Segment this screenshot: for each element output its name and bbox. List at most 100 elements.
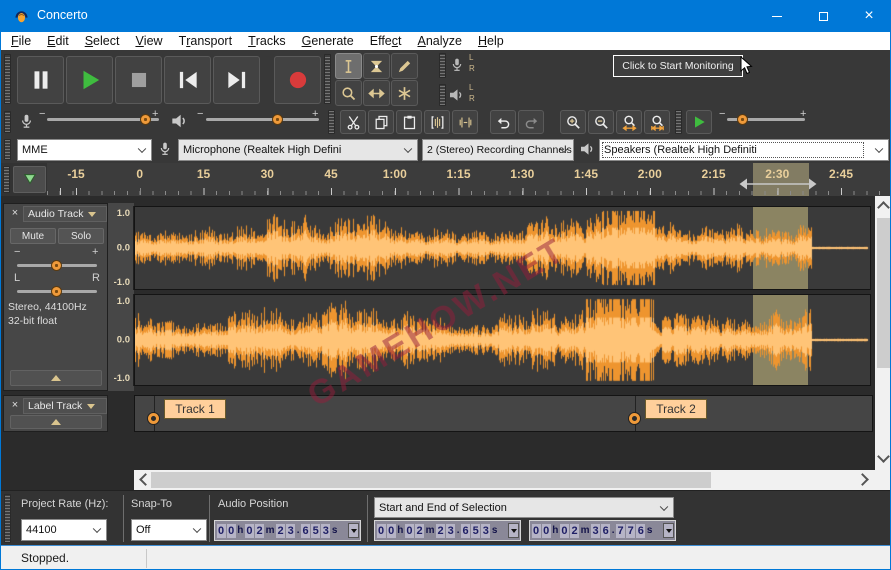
maximize-button[interactable] (800, 0, 846, 32)
label-track-collapse-button[interactable] (10, 415, 102, 429)
record-volume-slider[interactable] (47, 110, 159, 130)
menu-item-generate[interactable]: Generate (294, 32, 362, 50)
paste-button[interactable] (396, 110, 422, 134)
playback-meter[interactable]: L R -57-54-51-48-45-42-39-36-33-30-27-24… (437, 81, 891, 112)
play-button[interactable] (66, 56, 113, 104)
project-rate-dropdown[interactable]: 44100 (21, 519, 107, 541)
mute-button[interactable]: Mute (10, 228, 56, 244)
playback-volume-thumb[interactable] (272, 114, 283, 125)
skip-start-button[interactable] (164, 56, 211, 104)
pinned-play-head-button[interactable] (13, 166, 46, 193)
pan-slider[interactable] (17, 282, 97, 302)
label-marker-handle[interactable] (629, 413, 640, 424)
selection-start-field[interactable]: 00h02m23.653s (374, 520, 521, 541)
selection-mode-dropdown[interactable]: Start and End of Selection (374, 497, 674, 518)
horizontal-scrollbar[interactable] (134, 470, 875, 490)
speed-slider-thumb[interactable] (737, 114, 748, 125)
selection-resize-arrows-icon[interactable] (739, 178, 817, 190)
time-field-dropdown-icon[interactable] (508, 523, 519, 538)
time-field-dropdown-icon[interactable] (348, 523, 359, 538)
menu-item-file[interactable]: File (3, 32, 39, 50)
minimize-button[interactable] (754, 0, 800, 32)
recording-channels-value: 2 (Stereo) Recording Channels (427, 144, 572, 156)
pause-button[interactable] (17, 56, 64, 104)
fit-selection-button[interactable] (616, 110, 642, 134)
label-track-close-button[interactable]: × (8, 399, 22, 412)
menu-item-tracks[interactable]: Tracks (240, 32, 294, 50)
play-at-speed-grip[interactable] (675, 110, 682, 134)
vertical-scrollbar-thumb[interactable] (877, 218, 890, 368)
label-text-2[interactable]: Track 2 (645, 399, 707, 419)
timeline-grip[interactable] (3, 166, 10, 193)
record-button[interactable] (274, 56, 321, 104)
envelope-button[interactable] (363, 53, 390, 79)
play-at-speed-button[interactable] (686, 110, 712, 134)
copy-button[interactable] (368, 110, 394, 134)
skip-end-button[interactable] (213, 56, 260, 104)
audio-track-menu-button[interactable]: Audio Track (23, 206, 107, 222)
snap-to-dropdown[interactable]: Off (131, 519, 207, 541)
scroll-right-icon[interactable] (856, 473, 869, 486)
audio-track-collapse-button[interactable] (10, 370, 102, 386)
recording-channels-dropdown[interactable]: 2 (Stereo) Recording Channels (422, 139, 574, 161)
menu-item-effect[interactable]: Effect (362, 32, 410, 50)
zoom-in-button[interactable] (560, 110, 586, 134)
selection-toolbar-grip[interactable] (4, 494, 11, 543)
gain-slider[interactable] (17, 256, 97, 276)
gain-slider-thumb[interactable] (51, 260, 62, 271)
waveform-channel-left[interactable] (134, 206, 871, 290)
multi-button[interactable] (391, 80, 418, 106)
silence-button[interactable] (452, 110, 478, 134)
fit-project-button[interactable] (644, 110, 670, 134)
close-button[interactable]: × (846, 0, 891, 32)
record-volume-thumb[interactable] (140, 114, 151, 125)
menu-item-select[interactable]: Select (77, 32, 128, 50)
menu-item-edit[interactable]: Edit (39, 32, 77, 50)
redo-button[interactable] (518, 110, 544, 134)
audio-position-field[interactable]: 00h02m23.653s (214, 520, 361, 541)
menu-item-analyze[interactable]: Analyze (409, 32, 469, 50)
scroll-up-icon[interactable] (877, 201, 890, 214)
stop-button[interactable] (115, 56, 162, 104)
cut-button[interactable] (340, 110, 366, 134)
recording-device-dropdown[interactable]: Microphone (Realtek High Defini (178, 139, 418, 161)
selection-button[interactable] (335, 53, 362, 79)
waveform-left-canvas[interactable] (135, 207, 870, 289)
time-field-dropdown-icon[interactable] (663, 523, 674, 538)
device-toolbar-grip[interactable] (4, 139, 11, 160)
menu-item-transport[interactable]: Transport (171, 32, 241, 50)
label-marker-handle[interactable] (148, 413, 159, 424)
vertical-scrollbar[interactable] (875, 196, 891, 470)
playback-device-dropdown[interactable]: Speakers (Realtek High Definiti (599, 139, 889, 161)
scroll-left-icon[interactable] (139, 473, 152, 486)
draw-button[interactable] (391, 53, 418, 79)
time-shift-button[interactable] (363, 80, 390, 106)
pan-slider-thumb[interactable] (51, 286, 62, 297)
trim-outside-button[interactable] (424, 110, 450, 134)
waveform-right-canvas[interactable] (135, 295, 870, 385)
audio-host-dropdown[interactable]: MME (17, 139, 152, 161)
horizontal-scrollbar-thumb[interactable] (151, 472, 711, 488)
label-track-content[interactable]: Track 1 Track 2 (134, 395, 873, 432)
zoom-button[interactable] (335, 80, 362, 106)
zoom-out-button[interactable] (588, 110, 614, 134)
edit-toolbar-grip[interactable] (328, 110, 335, 134)
menu-item-help[interactable]: Help (470, 32, 512, 50)
menu-item-view[interactable]: View (127, 32, 170, 50)
timeline-ruler[interactable]: -1501530451:001:151:301:452:002:152:302:… (47, 163, 891, 196)
label-text-1[interactable]: Track 1 (164, 399, 226, 419)
playback-meter-grip[interactable] (439, 84, 446, 106)
tools-toolbar-grip[interactable] (324, 54, 331, 104)
audio-track-close-button[interactable]: × (8, 207, 22, 220)
label-track-menu-button[interactable]: Label Track (23, 398, 107, 414)
recording-meter-grip[interactable] (439, 53, 446, 78)
speed-slider[interactable] (727, 110, 805, 130)
playback-volume-slider[interactable] (206, 110, 319, 130)
undo-button[interactable] (490, 110, 516, 134)
solo-button[interactable]: Solo (58, 228, 104, 244)
scroll-down-icon[interactable] (877, 450, 890, 463)
waveform-channel-right[interactable] (134, 294, 871, 386)
transport-toolbar-grip[interactable] (4, 54, 11, 104)
selection-end-field[interactable]: 00h02m36.776s (529, 520, 676, 541)
mixer-toolbar-grip[interactable] (4, 111, 11, 133)
